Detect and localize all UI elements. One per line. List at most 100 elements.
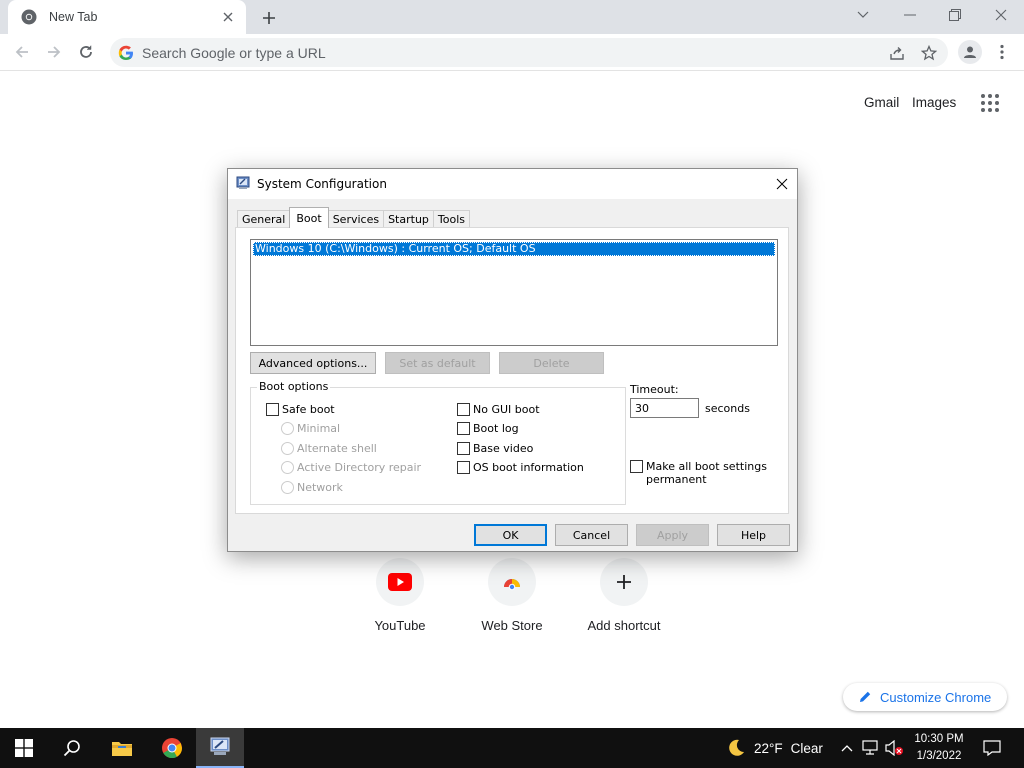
restore-button[interactable] (942, 4, 968, 26)
web-store-icon (488, 558, 536, 606)
google-apps-icon[interactable] (980, 93, 1000, 113)
checkbox-box[interactable] (457, 442, 470, 455)
tab-title: New Tab (49, 10, 98, 24)
browser-toolbar: Search Google or type a URL (0, 34, 1024, 71)
chrome-icon (21, 9, 37, 25)
plus-icon (600, 558, 648, 606)
chrome-icon (162, 738, 183, 759)
shortcut-label: Add shortcut (587, 618, 661, 633)
make-permanent-label: Make all boot settings permanent (646, 460, 767, 486)
no-gui-boot-checkbox[interactable]: No GUI boot (457, 403, 540, 416)
radio-circle[interactable] (281, 442, 294, 455)
no-gui-boot-label: No GUI boot (473, 403, 540, 416)
dialog-tabs: General Boot Services Startup Tools (237, 207, 471, 228)
chevron-up-icon[interactable] (837, 738, 857, 758)
cancel-button[interactable]: Cancel (555, 524, 628, 546)
minimal-radio[interactable]: Minimal (281, 422, 340, 435)
boot-log-label: Boot log (473, 422, 519, 435)
checkbox-box[interactable] (457, 403, 470, 416)
omnibox[interactable]: Search Google or type a URL (110, 38, 948, 67)
shortcut-label: YouTube (374, 618, 426, 633)
help-button[interactable]: Help (717, 524, 790, 546)
base-video-checkbox[interactable]: Base video (457, 442, 533, 455)
bookmark-star-icon[interactable] (916, 40, 942, 66)
tab-strip: New Tab (0, 0, 1024, 34)
boot-options-group: Boot options Safe boot Minimal Alternate… (250, 380, 626, 505)
os-boot-information-label: OS boot information (473, 461, 584, 474)
ok-button[interactable]: OK (474, 524, 547, 546)
tab-boot[interactable]: Boot (289, 207, 329, 228)
taskbar: 22°F Clear 10:30 PM 1/3/2022 (0, 728, 1024, 768)
advanced-options-button[interactable]: Advanced options... (250, 352, 376, 374)
start-button[interactable] (0, 728, 48, 768)
images-link[interactable]: Images (912, 95, 956, 110)
close-tab-icon[interactable] (220, 9, 236, 25)
boot-options-legend: Boot options (257, 380, 331, 393)
share-icon[interactable] (884, 40, 910, 66)
forward-button[interactable] (42, 40, 66, 64)
tab-services[interactable]: Services (327, 210, 385, 228)
tab-search-icon[interactable] (850, 4, 876, 26)
os-list-item[interactable]: Windows 10 (C:\Windows) : Current OS; De… (253, 242, 775, 256)
back-button[interactable] (10, 40, 34, 64)
new-tab-button[interactable] (258, 7, 280, 29)
radio-circle[interactable] (281, 422, 294, 435)
timeout-input[interactable]: 30 (630, 398, 699, 418)
omnibox-placeholder: Search Google or type a URL (142, 44, 326, 61)
volume-muted-icon[interactable] (884, 738, 904, 758)
chrome-menu-icon[interactable] (992, 40, 1012, 64)
folder-icon (112, 742, 132, 756)
network-icon[interactable] (861, 738, 881, 758)
gmail-link[interactable]: Gmail (864, 95, 899, 110)
alternate-shell-radio[interactable]: Alternate shell (281, 442, 377, 455)
msconfig-icon (210, 737, 230, 755)
taskbar-clock[interactable]: 10:30 PM 1/3/2022 (905, 731, 973, 765)
file-explorer-button[interactable] (98, 728, 146, 768)
minimize-button[interactable] (897, 4, 923, 26)
reload-button[interactable] (74, 40, 98, 64)
msconfig-taskbar-button[interactable] (196, 728, 244, 768)
shortcut-add[interactable]: Add shortcut (576, 558, 672, 638)
chrome-taskbar-button[interactable] (148, 728, 196, 768)
make-permanent-label-line1: Make all boot settings (646, 460, 767, 473)
close-window-button[interactable] (988, 4, 1014, 26)
shortcut-youtube[interactable]: YouTube (352, 558, 448, 638)
search-button[interactable] (48, 728, 96, 768)
checkbox-box[interactable] (457, 461, 470, 474)
alternate-shell-label: Alternate shell (297, 442, 377, 455)
network-radio[interactable]: Network (281, 481, 343, 494)
checkbox-box[interactable] (457, 422, 470, 435)
dialog-title-bar[interactable]: System Configuration (228, 169, 797, 199)
weather-widget[interactable]: 22°F Clear (726, 728, 823, 768)
active-directory-repair-label: Active Directory repair (297, 461, 422, 474)
checkbox-box[interactable] (630, 460, 643, 473)
tab-new-tab[interactable]: New Tab (8, 0, 246, 34)
boot-tab-panel: Windows 10 (C:\Windows) : Current OS; De… (235, 227, 789, 514)
tab-general[interactable]: General (237, 210, 291, 228)
radio-circle[interactable] (281, 461, 294, 474)
set-as-default-button[interactable]: Set as default (385, 352, 490, 374)
tab-tools[interactable]: Tools (432, 210, 471, 228)
profile-avatar-icon[interactable] (958, 40, 982, 64)
safe-boot-label: Safe boot (282, 403, 335, 416)
customize-chrome-button[interactable]: Customize Chrome (843, 683, 1007, 711)
boot-log-checkbox[interactable]: Boot log (457, 422, 519, 435)
seconds-label: seconds (705, 402, 750, 415)
weather-temp: 22°F (754, 740, 783, 756)
customize-chrome-label: Customize Chrome (880, 689, 992, 705)
msconfig-icon (236, 176, 250, 193)
make-permanent-checkbox[interactable]: Make all boot settings permanent (630, 460, 767, 486)
active-directory-repair-radio[interactable]: Active Directory repair (281, 461, 421, 474)
notification-center-icon[interactable] (980, 728, 1004, 768)
radio-circle[interactable] (281, 481, 294, 494)
safe-boot-checkbox[interactable]: Safe boot (266, 403, 335, 416)
dialog-close-icon[interactable] (767, 169, 797, 199)
os-boot-information-checkbox[interactable]: OS boot information (457, 461, 584, 474)
delete-button[interactable]: Delete (499, 352, 604, 374)
tab-startup[interactable]: Startup (383, 210, 434, 228)
timeout-label: Timeout: (630, 383, 679, 396)
shortcut-web-store[interactable]: Web Store (464, 558, 560, 638)
apply-button[interactable]: Apply (636, 524, 709, 546)
checkbox-box[interactable] (266, 403, 279, 416)
os-list[interactable]: Windows 10 (C:\Windows) : Current OS; De… (250, 239, 778, 346)
